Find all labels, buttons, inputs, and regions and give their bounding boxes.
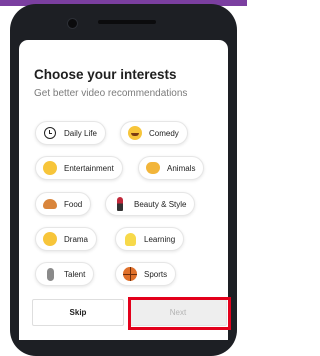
interest-chip-animals[interactable]: Animals bbox=[138, 156, 205, 180]
skip-button[interactable]: Skip bbox=[32, 299, 124, 326]
interest-label: Sports bbox=[144, 269, 168, 279]
interest-label: Learning bbox=[144, 234, 176, 244]
clock-icon bbox=[42, 125, 58, 141]
interest-chip-daily-life[interactable]: Daily Life bbox=[35, 121, 106, 145]
interest-label: Talent bbox=[64, 269, 86, 279]
burger-icon bbox=[42, 196, 58, 212]
drama-face-icon bbox=[42, 231, 58, 247]
earpiece-speaker bbox=[98, 20, 156, 24]
interest-chip-learning[interactable]: Learning bbox=[115, 227, 185, 251]
microphone-icon bbox=[42, 266, 58, 282]
interest-label: Entertainment bbox=[64, 163, 114, 173]
lipstick-icon bbox=[112, 196, 128, 212]
interest-chip-drama[interactable]: Drama bbox=[35, 227, 98, 251]
interest-chip-sports[interactable]: Sports bbox=[115, 262, 177, 286]
interest-label: Food bbox=[64, 199, 83, 209]
cat-face-icon bbox=[145, 160, 161, 176]
interest-chip-comedy[interactable]: Comedy bbox=[120, 121, 188, 145]
interest-chip-food[interactable]: Food bbox=[35, 192, 92, 216]
front-camera bbox=[67, 18, 78, 29]
light-bulb-icon bbox=[122, 231, 138, 247]
basketball-icon bbox=[122, 266, 138, 282]
interest-label: Beauty & Style bbox=[134, 199, 187, 209]
interest-chip-entertainment[interactable]: Entertainment bbox=[35, 156, 123, 180]
interest-chip-beauty-style[interactable]: Beauty & Style bbox=[105, 192, 196, 216]
page-title: Choose your interests bbox=[34, 67, 177, 82]
interest-label: Daily Life bbox=[64, 128, 97, 138]
next-button[interactable]: Next bbox=[129, 299, 227, 326]
interest-label: Animals bbox=[167, 163, 196, 173]
party-face-icon bbox=[42, 160, 58, 176]
interest-label: Comedy bbox=[149, 128, 179, 138]
interest-label: Drama bbox=[64, 234, 89, 244]
laughing-face-icon bbox=[127, 125, 143, 141]
interest-chip-talent[interactable]: Talent bbox=[35, 262, 95, 286]
interests-screen: Choose your interests Get better video r… bbox=[19, 40, 228, 340]
page-subtitle: Get better video recommendations bbox=[34, 88, 188, 99]
